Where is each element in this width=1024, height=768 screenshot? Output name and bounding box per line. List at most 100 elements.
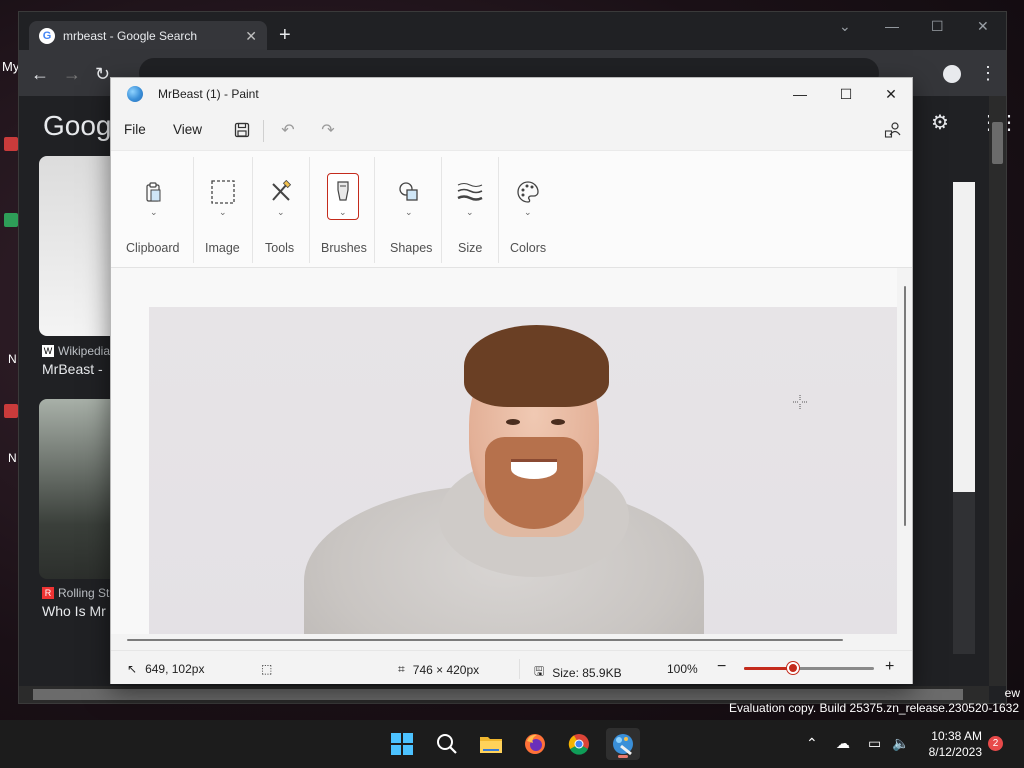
volume-icon[interactable]: 🔈 [892, 735, 909, 752]
chevron-down-icon[interactable]: ⌄ [219, 207, 227, 218]
paint-menubar: File View ↶ ↷ [111, 110, 912, 150]
desktop-label-fragment: My [2, 59, 20, 74]
page-vertical-scrollbar[interactable] [989, 96, 1006, 686]
forward-icon[interactable]: → [63, 64, 81, 85]
chevron-up-icon[interactable]: ⌃ [806, 735, 818, 752]
window-title: MrBeast (1) - Paint [158, 87, 259, 101]
firefox-icon[interactable] [518, 728, 552, 760]
undo-icon[interactable]: ↶ [278, 120, 298, 140]
ribbon-label: Clipboard [126, 241, 180, 255]
settings-gear-icon[interactable]: ⚙ [931, 110, 949, 135]
size-icon[interactable] [454, 175, 486, 209]
chevron-down-icon[interactable]: ⌄ [277, 207, 285, 218]
tab-close-icon[interactable]: ✕ [245, 28, 257, 45]
zoom-in-button[interactable]: + [885, 658, 894, 676]
chrome-icon[interactable] [562, 728, 596, 760]
save-icon[interactable] [232, 120, 252, 140]
cloud-icon[interactable]: ☁ [836, 735, 850, 752]
result-title[interactable]: Who Is Mr [42, 603, 106, 619]
desktop-icon[interactable] [4, 137, 18, 151]
file-menu[interactable]: File [124, 122, 146, 137]
profile-icon[interactable] [943, 65, 961, 83]
maximize-icon[interactable]: ☐ [931, 18, 944, 35]
ribbon-group-shapes[interactable]: ⌄ Shapes [375, 151, 441, 268]
ribbon-group-image[interactable]: ⌄ Image [194, 151, 252, 268]
notification-badge[interactable]: 2 [988, 736, 1003, 751]
image-person [464, 325, 609, 407]
image-person [511, 459, 557, 479]
ribbon-label: Image [205, 241, 240, 255]
ribbon-label: Brushes [321, 241, 367, 255]
maximize-button[interactable]: ☐ [823, 82, 869, 106]
paint-app-icon [127, 86, 143, 102]
ribbon-label: Tools [265, 241, 295, 255]
close-icon[interactable]: ✕ [977, 18, 989, 35]
clipboard-icon[interactable] [137, 175, 169, 209]
clock-date: 8/12/2023 [928, 745, 982, 759]
shapes-icon[interactable] [393, 175, 425, 209]
redo-icon[interactable]: ↷ [318, 120, 338, 140]
desktop-icon[interactable] [4, 213, 18, 227]
tab-title: mrbeast - Google Search [63, 29, 198, 43]
ribbon-label: Shapes [390, 241, 433, 255]
start-button[interactable] [385, 728, 419, 760]
view-menu[interactable]: View [173, 122, 202, 137]
paint-ribbon: ⌄ Clipboard ⌄ Image ⌄ Tools ⌄ Brushes ⌄ … [111, 150, 912, 268]
menu-kebab-icon[interactable]: ⋮ [979, 63, 997, 84]
desktop-label-fragment: N [8, 352, 17, 366]
minimize-icon[interactable]: — [885, 18, 899, 34]
scrollbar-thumb[interactable] [33, 689, 963, 700]
desktop-icon[interactable] [4, 404, 18, 418]
rolling-stone-icon: R [42, 587, 54, 599]
pointer-icon: ↖ [127, 662, 138, 676]
close-button[interactable]: ✕ [868, 82, 914, 106]
canvas-size-icon: ⌗ [398, 662, 405, 676]
new-tab-button[interactable]: + [279, 25, 291, 45]
google-logo[interactable]: Goog [43, 110, 112, 142]
brush-icon[interactable] [327, 175, 359, 209]
paint-titlebar[interactable]: MrBeast (1) - Paint — ☐ ✕ [111, 78, 912, 110]
file-size: 🖫 Size: 85.9KB [534, 662, 622, 683]
zoom-out-button[interactable]: − [717, 658, 726, 676]
ribbon-group-clipboard[interactable]: ⌄ Clipboard [123, 151, 193, 268]
ribbon-group-brushes[interactable]: ⌄ Brushes [310, 151, 374, 268]
canvas-horizontal-scrollbar[interactable] [127, 639, 843, 641]
ribbon-group-size[interactable]: ⌄ Size [442, 151, 498, 268]
canvas-image[interactable] [149, 307, 897, 634]
chevron-down-icon[interactable]: ⌄ [150, 207, 158, 218]
minimize-button[interactable]: — [777, 82, 823, 106]
chrome-tab[interactable]: G mrbeast - Google Search ✕ [29, 21, 267, 51]
canvas-area[interactable] [111, 268, 897, 634]
reload-icon[interactable]: ↻ [95, 64, 110, 85]
search-icon[interactable] [430, 728, 464, 760]
selection-icon[interactable] [207, 175, 239, 209]
clock-time: 10:38 AM [931, 729, 982, 743]
palette-icon[interactable] [512, 175, 544, 209]
zoom-level[interactable]: 100% [667, 662, 698, 676]
crosshair-cursor-icon [792, 394, 808, 410]
chevron-down-icon[interactable]: ⌄ [839, 18, 851, 35]
account-settings-icon[interactable] [883, 120, 903, 140]
tools-icon[interactable] [265, 175, 297, 209]
image-person [485, 437, 583, 529]
chevron-down-icon[interactable]: ⌄ [524, 207, 532, 218]
chevron-down-icon[interactable]: ⌄ [466, 207, 474, 218]
chevron-down-icon[interactable]: ⌄ [405, 207, 413, 218]
back-icon[interactable]: ← [31, 64, 49, 85]
result-title[interactable]: MrBeast - [42, 361, 103, 377]
scrollbar-thumb[interactable] [992, 122, 1003, 164]
ribbon-label: Size [458, 241, 483, 255]
zoom-slider[interactable] [744, 662, 874, 674]
disk-icon: 🖫 [534, 664, 545, 678]
clock[interactable]: 10:38 AM 8/12/2023 [922, 728, 982, 760]
canvas-size: ⌗ 746 × 420px [398, 662, 480, 677]
network-icon[interactable]: ▭ [868, 735, 881, 752]
selection-size: ⬚ [261, 662, 272, 676]
ribbon-group-tools[interactable]: ⌄ Tools [253, 151, 309, 268]
zoom-slider-thumb[interactable] [787, 662, 800, 674]
chevron-down-icon[interactable]: ⌄ [339, 207, 347, 218]
canvas-vertical-scrollbar[interactable] [904, 286, 906, 526]
ribbon-group-colors[interactable]: ⌄ Colors [499, 151, 559, 268]
file-explorer-icon[interactable] [474, 728, 508, 760]
paint-taskbar-icon[interactable] [606, 728, 640, 760]
